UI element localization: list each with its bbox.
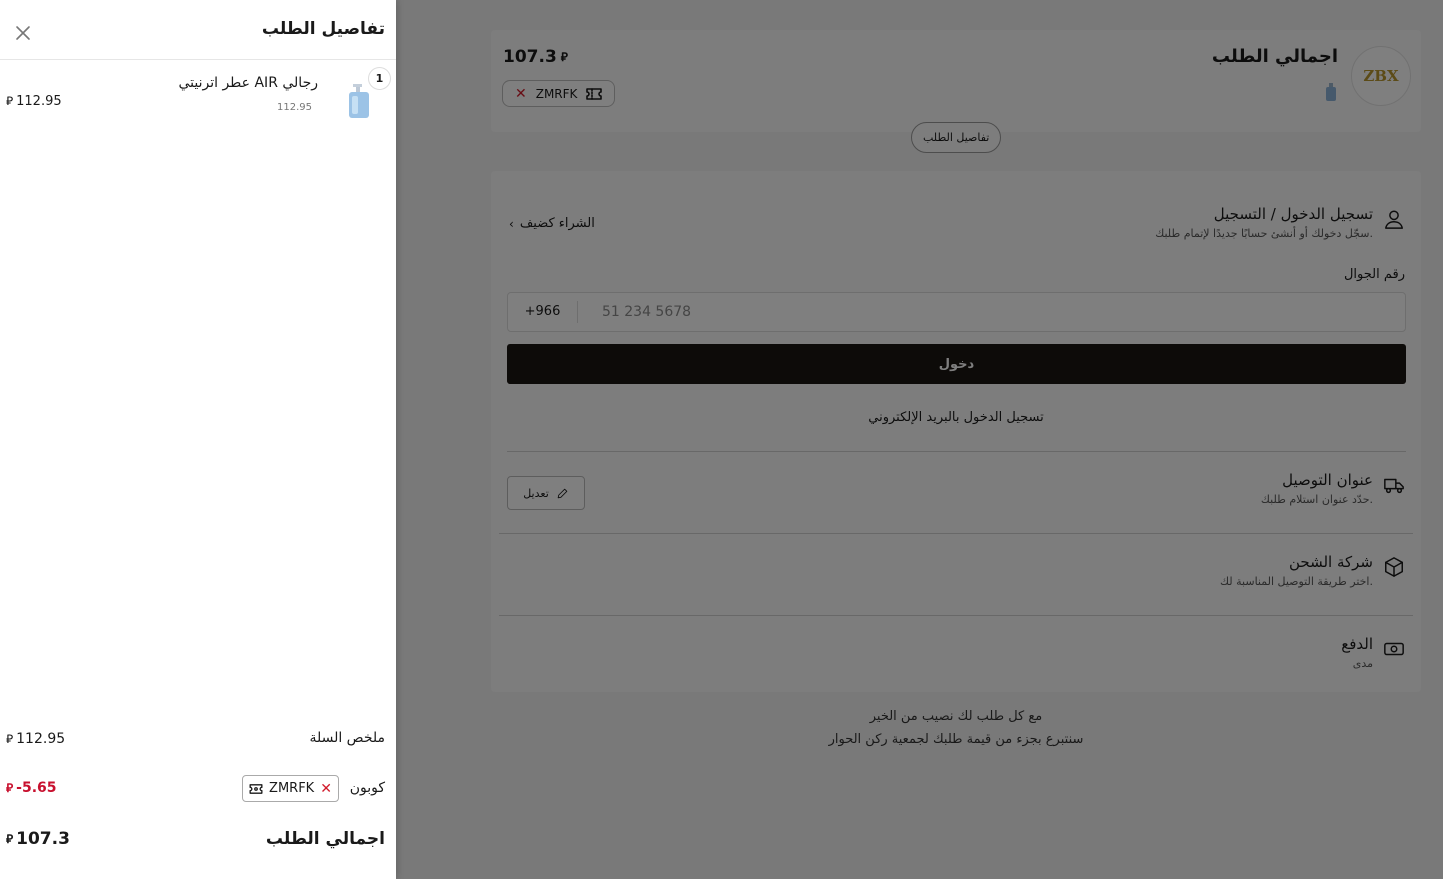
unit-price: 112.95 — [277, 102, 312, 113]
quantity-badge: 1 — [368, 67, 391, 90]
line-total: ⃁ 112.95 — [6, 94, 62, 109]
remove-coupon-icon[interactable]: ✕ — [320, 781, 332, 797]
riyal-icon: ⃁ — [6, 831, 14, 846]
drawer-coupon-chip: ZMRFK ✕ — [242, 775, 339, 802]
discount-value: -5.65 — [16, 780, 57, 796]
product-image — [349, 84, 369, 118]
order-details-drawer: تفاصيل الطلب 1 عطر اترنيتي AIR رجالي 112… — [0, 0, 396, 879]
riyal-icon: ⃁ — [6, 780, 14, 795]
line-total-value: 112.95 — [16, 94, 62, 109]
discount-amount: ⃁ -5.65 — [6, 780, 57, 796]
drawer-header: تفاصيل الطلب — [0, 0, 396, 60]
subtotal-value: 112.95 — [16, 731, 66, 747]
coupon-label: كوبون — [349, 780, 385, 796]
riyal-icon: ⃁ — [6, 94, 14, 108]
total-amount: ⃁ 107.3 — [6, 829, 70, 849]
subtotal-label: ملخص السلة — [309, 730, 385, 746]
subtotal-amount: ⃁ 112.95 — [6, 731, 65, 747]
product-name: عطر اترنيتي AIR رجالي — [178, 75, 318, 91]
riyal-icon: ⃁ — [6, 731, 14, 746]
total-value: 107.3 — [16, 829, 70, 849]
drawer-title: تفاصيل الطلب — [261, 19, 385, 39]
close-icon[interactable] — [14, 24, 32, 42]
ticket-icon — [249, 783, 263, 794]
coupon-code: ZMRFK — [269, 781, 315, 796]
total-label: اجمالي الطلب — [265, 829, 385, 849]
